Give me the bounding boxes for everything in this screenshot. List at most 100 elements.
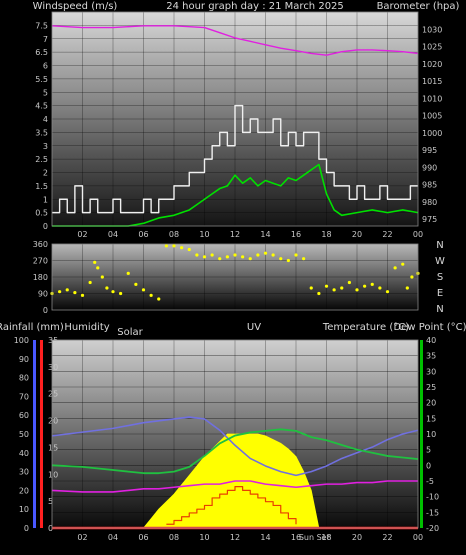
compass-label: N (436, 304, 443, 315)
barometer-tick-label: 975 (422, 215, 437, 224)
wind-x-tick-label: 10 (199, 230, 209, 239)
humidity-axis-bar (40, 340, 43, 528)
wind-tick-label: 2 (43, 169, 48, 178)
wind-x-tick-label: 00 (413, 230, 423, 239)
temp-tick-label: 5 (426, 446, 431, 455)
wind-x-tick-label: 16 (291, 230, 301, 239)
graphs-canvas: Windspeed (m/s) 24 hour graph day : 21 Ma… (0, 1, 466, 542)
direction-tick-label: 270 (33, 257, 48, 266)
direction-point (157, 297, 161, 301)
temp-x-tick-label: 10 (199, 533, 209, 542)
direction-point (187, 247, 191, 252)
wind-tick-label: 5.5 (35, 75, 48, 84)
temp-tick-label: -15 (426, 508, 439, 517)
temp-x-tick-label: 04 (108, 533, 118, 542)
wind-tick-label: 6 (43, 62, 48, 71)
wind-tick-label: 0 (43, 222, 48, 231)
barometer-tick-label: 1010 (422, 94, 442, 103)
direction-point (225, 255, 229, 259)
temp-tick-label: 35 (426, 352, 436, 361)
direction-point (324, 284, 329, 288)
direction-point (73, 290, 77, 295)
direction-tick-label: 0 (43, 306, 48, 315)
wind-tick-label: 0.5 (35, 209, 48, 218)
temp-tick-label: 10 (426, 430, 436, 439)
temp-x-tick-label: 12 (230, 533, 240, 542)
direction-point (88, 280, 92, 285)
direction-point (248, 257, 252, 261)
graph-title: 24 hour graph day : 21 March 2025 (166, 1, 344, 12)
direction-point (355, 288, 359, 292)
temp-tick-label: -20 (426, 524, 439, 533)
legend-label-2: Solar (117, 327, 143, 338)
wind-tick-label: 3 (43, 142, 48, 151)
direction-point (80, 293, 85, 297)
barometer-tick-label: 1030 (422, 25, 442, 34)
rain-tick-label: 20 (19, 486, 29, 495)
barometer-tick-label: 1025 (422, 43, 442, 52)
wind-tick-label: 2.5 (35, 155, 48, 164)
direction-point (405, 286, 409, 290)
rain-tick-label: 60 (19, 411, 29, 420)
humidity-tick-label: 25 (48, 390, 58, 399)
direction-point (378, 286, 382, 290)
humidity-tick-label: 10 (48, 470, 58, 479)
wind-axis-label: Windspeed (m/s) (33, 1, 118, 12)
temp-tick-label: 15 (426, 414, 436, 423)
direction-point (105, 286, 109, 290)
direction-point (286, 258, 290, 263)
barometer-tick-label: 1020 (422, 60, 442, 69)
barometer-tick-label: 990 (422, 163, 437, 172)
wind-x-tick-label: 14 (260, 230, 270, 239)
direction-point (126, 271, 130, 275)
direction-point (134, 282, 138, 286)
direction-point (271, 253, 275, 257)
rain-tick-label: 80 (19, 374, 29, 383)
direction-point (294, 253, 298, 257)
barometer-tick-label: 995 (422, 146, 437, 155)
humidity-tick-label: 35 (48, 336, 58, 345)
wind-tick-label: 5 (43, 88, 48, 97)
wind-x-tick-label: 22 (382, 230, 392, 239)
rain-axis-bar (33, 340, 36, 528)
legend-label-1: Humidity (64, 322, 109, 333)
direction-point (100, 275, 104, 279)
wind-x-tick-label: 08 (169, 230, 179, 239)
direction-point (309, 286, 313, 290)
temp-tick-label: -10 (426, 493, 439, 502)
compass-label: N (436, 240, 443, 251)
temp-x-tick-label: 14 (260, 533, 270, 542)
direction-point (195, 253, 199, 257)
legend-label-3: UV (247, 322, 261, 333)
direction-point (401, 262, 405, 266)
rain-tick-label: 30 (19, 468, 29, 477)
direction-point (210, 253, 214, 257)
temp-tick-label: 40 (426, 336, 436, 345)
rain-tick-label: 10 (19, 505, 29, 514)
direction-point (241, 255, 245, 259)
direction-tick-label: 360 (33, 240, 48, 249)
wind-tick-label: 1 (43, 195, 48, 204)
weather-graphs: Windspeed (m/s) 24 hour graph day : 21 Ma… (0, 0, 466, 555)
barometer-tick-label: 1000 (422, 129, 442, 138)
sunset-label: Sun Set (299, 533, 330, 542)
wind-tick-label: 4 (43, 115, 48, 124)
barometer-tick-label: 1015 (422, 77, 442, 86)
direction-point (180, 246, 184, 250)
wind-tick-label: 3.5 (35, 128, 48, 137)
direction-point (164, 244, 168, 248)
temp-tick-label: 25 (426, 383, 436, 392)
rain-tick-label: 50 (19, 430, 29, 439)
compass-label: E (437, 288, 443, 299)
direction-point (393, 266, 397, 270)
rain-tick-label: 40 (19, 449, 29, 458)
temp-x-tick-label: 22 (382, 533, 392, 542)
wind-x-tick-label: 06 (138, 230, 148, 239)
direction-point (172, 244, 176, 248)
direction-point (149, 293, 153, 297)
rain-tick-label: 90 (19, 355, 29, 364)
direction-point (385, 290, 390, 294)
rain-tick-label: 100 (14, 336, 29, 345)
wind-tick-label: 7 (43, 35, 48, 44)
direction-point (317, 291, 321, 296)
